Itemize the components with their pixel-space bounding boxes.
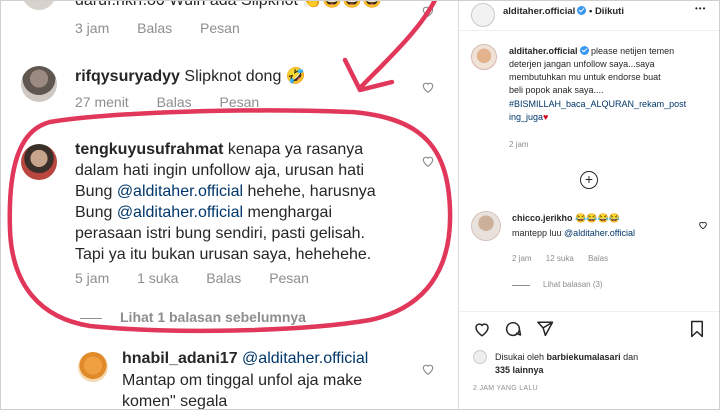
post-timestamp: 2 JAM YANG LALU <box>473 385 538 392</box>
view-replies-button[interactable]: Lihat balasan (3) <box>543 280 603 289</box>
caption-line: membutuhkan mu untuk endorse buat <box>509 72 661 82</box>
actions-divider <box>459 311 720 312</box>
like-icon[interactable] <box>473 320 491 338</box>
avatar[interactable] <box>473 350 487 364</box>
comment-line: mantepp luu @alditaher.official <box>512 228 635 238</box>
comment-text: mantepp luu <box>512 228 565 238</box>
hashtag-link[interactable]: ing_juga <box>509 112 543 122</box>
more-options-icon[interactable]: ••• <box>695 4 706 13</box>
annotation-overlay <box>7 0 453 334</box>
plus-icon: + <box>584 171 594 187</box>
reply-line-divider <box>512 285 530 286</box>
comment-time: 2 jam <box>512 254 532 263</box>
avatar[interactable] <box>471 44 497 70</box>
liked-by-line: Disukai oleh barbiekumalasari dan <box>495 352 638 362</box>
header-divider <box>459 30 720 31</box>
bookmark-icon[interactable] <box>689 320 705 338</box>
share-icon[interactable] <box>536 320 554 338</box>
caption-line: deterjen jangan unfollow saya...saya <box>509 59 655 69</box>
liked-by-user[interactable]: barbiekumalasari <box>547 352 621 362</box>
comment-icon[interactable] <box>504 320 522 338</box>
verified-icon <box>579 46 589 55</box>
post-author[interactable]: alditaher.official <box>503 6 575 17</box>
heart-emoji-icon: ♥ <box>543 112 549 122</box>
like-count[interactable]: 12 suka <box>546 254 574 263</box>
caption-line: ing_juga♥ <box>509 112 548 122</box>
annotation-circle <box>7 108 453 334</box>
verified-icon <box>577 6 587 15</box>
load-more-comments-button[interactable]: + <box>580 171 598 189</box>
follow-status-button[interactable]: Diikuti <box>595 6 624 17</box>
avatar[interactable] <box>471 3 495 27</box>
zoomed-comments-panel: daruı.nkrı.80 Wuih ada Slipknot 👏😆😆😆 3 j… <box>0 0 458 410</box>
caption-line: alditaher.official please netijen temen <box>509 46 674 56</box>
heart-icon[interactable] <box>698 220 708 230</box>
liked-by-label: dan <box>620 352 639 362</box>
comment-username[interactable]: chicco.jerikho <box>512 213 573 223</box>
annotation-arrow <box>357 0 438 91</box>
caption-time: 2 jam <box>509 140 529 149</box>
dot-separator: • <box>588 6 593 17</box>
avatar[interactable] <box>471 211 501 241</box>
caption-line: beli popok anak saya.... <box>509 85 604 95</box>
post-panel: alditaher.official • Diikuti ••• alditah… <box>458 0 720 410</box>
hashtag-link[interactable]: #BISMILLAH_baca_ALQURAN_rekam_post <box>509 99 686 109</box>
comment-line: chicco.jerikho 😂😂😂😂 <box>512 213 620 224</box>
caption-text: please netijen temen <box>591 46 675 56</box>
post-header: alditaher.official • Diikuti <box>503 6 624 17</box>
reply-button[interactable]: Balas <box>588 254 608 263</box>
mention-link[interactable]: @alditaher.official <box>564 228 635 238</box>
comment-emoji: 😂😂😂😂 <box>575 213 620 223</box>
liked-by-count[interactable]: 335 lainnya <box>495 365 544 375</box>
caption-author[interactable]: alditaher.official <box>509 46 578 56</box>
liked-by-label: Disukai oleh <box>495 352 547 362</box>
comment-meta: 2 jam 12 suka Balas <box>512 254 608 263</box>
